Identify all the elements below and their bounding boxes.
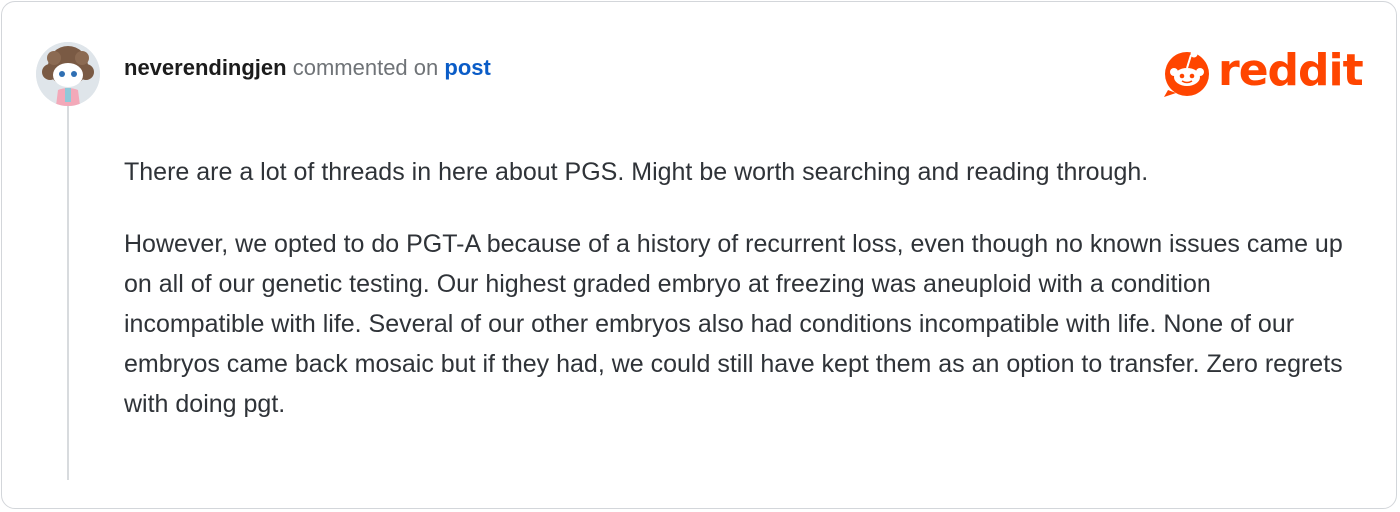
- reddit-snoo-icon: [1164, 50, 1209, 97]
- reddit-logo[interactable]: reddit: [1160, 44, 1364, 98]
- username[interactable]: neverendingjen: [124, 55, 287, 80]
- snoo-avatar-icon: [36, 42, 100, 106]
- comment-paragraph-2: However, we opted to do PGT-A because of…: [124, 230, 1343, 418]
- comment-paragraph-1: There are a lot of threads in here about…: [124, 158, 1149, 186]
- user-avatar[interactable]: [36, 42, 100, 106]
- comment-body: There are a lot of threads in here about…: [124, 152, 1354, 456]
- action-text: commented on: [292, 55, 439, 80]
- reddit-wordmark: reddit: [1218, 45, 1364, 96]
- post-link[interactable]: post: [444, 55, 490, 80]
- thread-line: [67, 106, 69, 480]
- comment-card: neverendingjen commented on post reddit …: [1, 1, 1397, 509]
- comment-header: neverendingjen commented on post: [124, 54, 491, 82]
